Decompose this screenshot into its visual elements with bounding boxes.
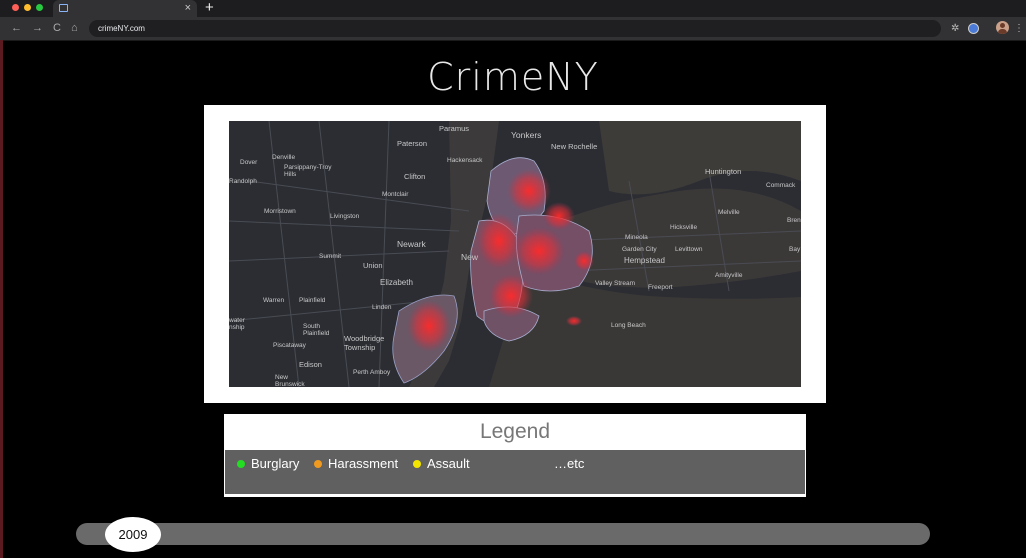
map-label: Clifton: [404, 172, 426, 181]
map-label: Paterson: [397, 139, 428, 148]
map-label: Mineola: [625, 234, 648, 241]
map-label: Randolph: [229, 178, 257, 185]
page-title: CrimeNY: [427, 55, 599, 99]
map-label: Piscataway: [273, 342, 306, 349]
map-label: Plainfield: [299, 297, 326, 304]
map-label: Bay: [789, 246, 801, 253]
map-label: Morristown: [264, 208, 296, 215]
close-window-button[interactable]: [12, 4, 19, 11]
map-label: Commack: [766, 182, 796, 189]
crime-heat-map[interactable]: Paramus Yonkers Paterson New Rochelle Ha…: [229, 121, 801, 387]
green-dot-icon: [237, 460, 245, 468]
legend-label: Burglary: [251, 456, 300, 471]
map-label: Garden City: [622, 246, 657, 253]
tab-close-button[interactable]: ×: [185, 1, 191, 15]
map-label: Yonkers: [511, 130, 542, 140]
profile-avatar[interactable]: [996, 21, 1009, 34]
map-graphic: [229, 121, 801, 387]
map-label: Summit: [319, 253, 342, 260]
legend-body: Burglary Harassment Assault …etc: [225, 450, 805, 494]
map-label: New Rochelle: [551, 142, 598, 151]
browser-menu-icon[interactable]: ⋮: [1014, 22, 1024, 35]
browser-tab[interactable]: ×: [53, 0, 197, 17]
map-label: Long Beach: [611, 322, 646, 329]
forward-arrow-icon[interactable]: →: [32, 20, 43, 36]
map-label: Hempstead: [624, 256, 665, 265]
map-label: Warren: [263, 297, 285, 304]
legend-label: Harassment: [328, 456, 399, 471]
window-edge: [0, 40, 3, 558]
map-label: Newark: [397, 239, 426, 249]
legend-etc: …etc: [554, 456, 585, 471]
map-label: New: [461, 252, 479, 262]
map-label: Paramus: [439, 124, 470, 133]
map-label: Hackensack: [447, 157, 483, 164]
map-label: Union: [363, 261, 383, 270]
map-label: Bren: [787, 217, 801, 224]
legend-title: Legend: [479, 420, 551, 443]
reload-icon[interactable]: C: [53, 20, 61, 36]
extension-icon[interactable]: ✲: [951, 22, 959, 35]
home-icon[interactable]: ⌂: [71, 20, 78, 36]
new-tab-button[interactable]: +: [205, 0, 214, 16]
map-label: New Brunswick: [275, 374, 305, 387]
map-label: Levittown: [675, 246, 703, 253]
browser-toolbar: ← → C ⌂ crimeNY.com ✲ ⋮: [0, 17, 1026, 41]
map-label: Dover: [240, 159, 258, 166]
map-label: Huntington: [705, 167, 742, 176]
map-label: Perth Amboy: [353, 369, 391, 376]
map-label: nship: [229, 324, 245, 331]
maximize-window-button[interactable]: [36, 4, 43, 11]
map-label: Parsippany-Troy Hills: [284, 164, 332, 178]
address-bar[interactable]: crimeNY.com: [89, 20, 941, 37]
browser-tab-strip: × +: [0, 0, 1026, 17]
year-slider-thumb[interactable]: 2009: [105, 517, 161, 552]
map-label: Livingston: [330, 213, 360, 220]
map-label: Hicksville: [670, 224, 698, 231]
map-label: Valley Stream: [595, 280, 635, 287]
favicon-icon: [59, 4, 68, 12]
map-label: Linden: [372, 304, 392, 311]
legend-panel: Legend Burglary Harassment Assault …etc: [224, 414, 806, 497]
map-label: Denville: [272, 154, 296, 161]
back-arrow-icon[interactable]: ←: [11, 20, 22, 36]
map-label: Amityville: [715, 272, 743, 279]
minimize-window-button[interactable]: [24, 4, 31, 11]
map-label: Woodbridge Township: [344, 334, 385, 352]
yellow-dot-icon: [413, 460, 421, 468]
url-text: crimeNY.com: [98, 24, 145, 33]
map-label: Montclair: [382, 191, 409, 198]
legend-label: Assault: [427, 456, 470, 471]
map-container: Paramus Yonkers Paterson New Rochelle Ha…: [204, 105, 826, 403]
map-label: South Plainfield: [303, 323, 330, 337]
year-slider-track[interactable]: [76, 523, 930, 545]
map-label: Edison: [299, 360, 322, 369]
extension-badge-icon[interactable]: [968, 23, 979, 34]
map-label: Melville: [718, 209, 740, 216]
map-label: Elizabeth: [380, 278, 413, 287]
orange-dot-icon: [314, 460, 322, 468]
map-label: Freeport: [648, 284, 673, 291]
